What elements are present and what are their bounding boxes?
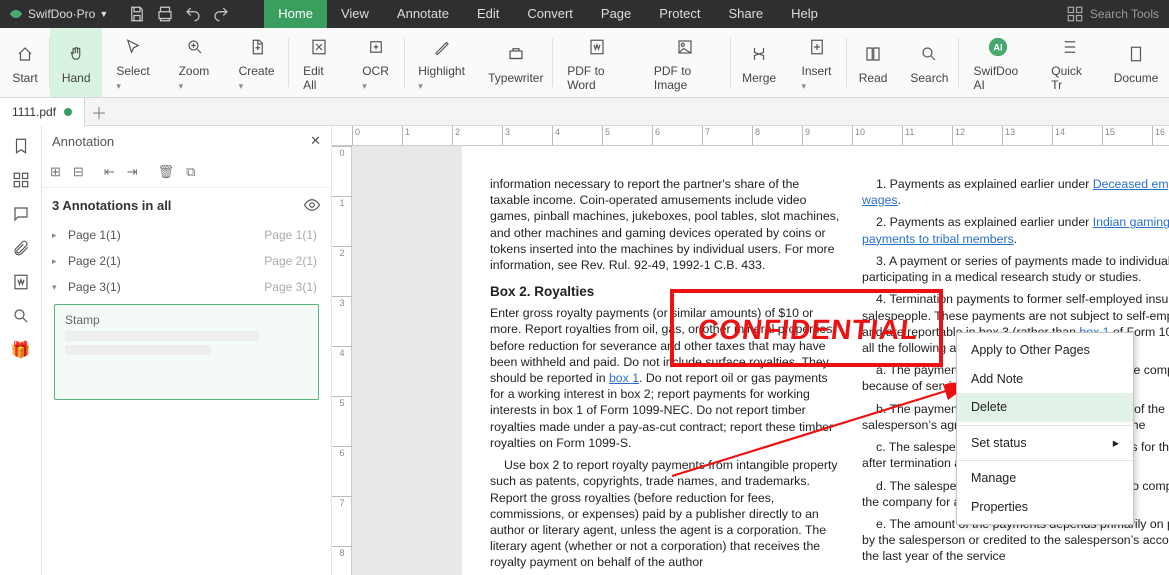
context-menu-apply-to-other-pages[interactable]: Apply to Other Pages xyxy=(957,336,1133,365)
expand-icon[interactable]: ⊞ xyxy=(50,164,61,180)
context-menu-set-status[interactable]: Set status▸ xyxy=(957,429,1133,458)
ruler-horizontal: 012345678910111213141516 xyxy=(332,126,1169,146)
ribbon-ocr[interactable]: OCR xyxy=(348,28,405,97)
context-menu-delete[interactable]: Delete xyxy=(957,393,1133,422)
callout-arrow xyxy=(662,376,982,486)
menu-edit[interactable]: Edit xyxy=(463,0,513,28)
annotation-page-row[interactable]: Page 3(1)Page 3(1) xyxy=(42,274,331,300)
redo-button[interactable] xyxy=(208,0,234,28)
ribbon-select[interactable]: Select xyxy=(102,28,164,97)
ribbon-zoom[interactable]: Zoom xyxy=(165,28,225,97)
visibility-icon[interactable] xyxy=(303,196,321,214)
unsaved-indicator xyxy=(64,108,72,116)
ribbon-swifdoo-ai[interactable]: AISwifDoo AI xyxy=(959,28,1037,97)
stamp-meta-line xyxy=(65,331,259,341)
ribbon-hand[interactable]: Hand xyxy=(50,28,102,97)
context-menu: Apply to Other PagesAdd NoteDelete Set st… xyxy=(956,332,1134,525)
ruler-vertical: 0123456789 xyxy=(332,146,352,575)
stamp-confidential[interactable]: CONFIDENTIAL xyxy=(696,312,920,349)
menu-home[interactable]: Home xyxy=(264,0,327,28)
menu-share[interactable]: Share xyxy=(714,0,777,28)
body-text: 2. Payments as explained earlier under I… xyxy=(862,214,1169,246)
svg-text:AI: AI xyxy=(994,42,1003,52)
annotation-page-row[interactable]: Page 2(1)Page 2(1) xyxy=(42,248,331,274)
search-tools-placeholder: Search Tools xyxy=(1090,7,1159,21)
menu-annotate[interactable]: Annotate xyxy=(383,0,463,28)
filter-ann-icon[interactable]: ⧉ xyxy=(186,164,195,180)
body-text: 3. A payment or series of payments made … xyxy=(862,253,1169,285)
gift-icon[interactable]: 🎁 xyxy=(6,336,36,364)
ribbon-create[interactable]: Create xyxy=(225,28,290,97)
next-ann-icon[interactable]: ⇥ xyxy=(127,164,138,180)
body-text: information necessary to report the part… xyxy=(490,176,840,273)
ribbon-search[interactable]: Search xyxy=(899,28,959,97)
ribbon-start[interactable]: Start xyxy=(0,28,50,97)
ribbon-merge[interactable]: Merge xyxy=(731,28,788,97)
comments-icon[interactable] xyxy=(6,200,36,228)
search-panel-icon[interactable] xyxy=(6,302,36,330)
page-background xyxy=(352,146,462,575)
prev-ann-icon[interactable]: ⇤ xyxy=(104,164,115,180)
document-tab-name: 1111.pdf xyxy=(12,105,56,119)
menu-page[interactable]: Page xyxy=(587,0,645,28)
app-logo: SwifDoo·Pro ▼ xyxy=(0,6,116,22)
add-tab-button[interactable]: ＋ xyxy=(85,98,113,126)
ribbon-docume[interactable]: Docume xyxy=(1103,28,1169,97)
ribbon-highlight[interactable]: Highlight xyxy=(405,28,479,97)
attachments-icon[interactable] xyxy=(6,234,36,262)
body-text: 1. Payments as explained earlier under D… xyxy=(862,176,1169,208)
context-menu-properties[interactable]: Properties xyxy=(957,493,1133,522)
close-panel-button[interactable]: ✕ xyxy=(310,133,321,149)
context-menu-add-note[interactable]: Add Note xyxy=(957,365,1133,394)
undo-button[interactable] xyxy=(180,0,206,28)
ribbon-quick-tr[interactable]: Quick Tr xyxy=(1037,28,1103,97)
print-button[interactable] xyxy=(152,0,178,28)
menu-view[interactable]: View xyxy=(327,0,383,28)
annotation-count: 3 Annotations in all xyxy=(52,198,171,213)
ribbon-pdf-to-word[interactable]: PDF to Word xyxy=(553,28,640,97)
thumbnails-icon[interactable] xyxy=(6,166,36,194)
ribbon-read[interactable]: Read xyxy=(847,28,899,97)
search-tools[interactable]: Search Tools xyxy=(1056,5,1169,23)
menu-protect[interactable]: Protect xyxy=(645,0,714,28)
stamp-annotation-card[interactable]: Stamp xyxy=(54,304,319,400)
link-box1[interactable]: box 1 xyxy=(609,371,639,385)
ribbon-insert[interactable]: Insert xyxy=(788,28,847,97)
stamp-meta-line xyxy=(65,345,211,355)
document-tab[interactable]: 1111.pdf xyxy=(0,98,85,126)
annotation-page-row[interactable]: Page 1(1)Page 1(1) xyxy=(42,222,331,248)
word-icon[interactable] xyxy=(6,268,36,296)
delete-ann-icon[interactable]: 🗑 xyxy=(158,164,175,180)
annotation-title: Annotation xyxy=(52,134,114,149)
page-content: information necessary to report the part… xyxy=(462,146,1169,575)
ribbon-typewriter[interactable]: Typewriter xyxy=(478,28,553,97)
menu-convert[interactable]: Convert xyxy=(513,0,587,28)
stamp-label: Stamp xyxy=(65,313,308,327)
app-name: SwifDoo·Pro xyxy=(28,7,95,21)
bookmarks-icon[interactable] xyxy=(6,132,36,160)
save-button[interactable] xyxy=(124,0,150,28)
ribbon-edit-all[interactable]: Edit All xyxy=(289,28,348,97)
ribbon-pdf-to-image[interactable]: PDF to Image xyxy=(640,28,731,97)
context-menu-manage[interactable]: Manage xyxy=(957,464,1133,493)
menu-help[interactable]: Help xyxy=(777,0,832,28)
collapse-icon[interactable]: ⊟ xyxy=(73,164,84,180)
